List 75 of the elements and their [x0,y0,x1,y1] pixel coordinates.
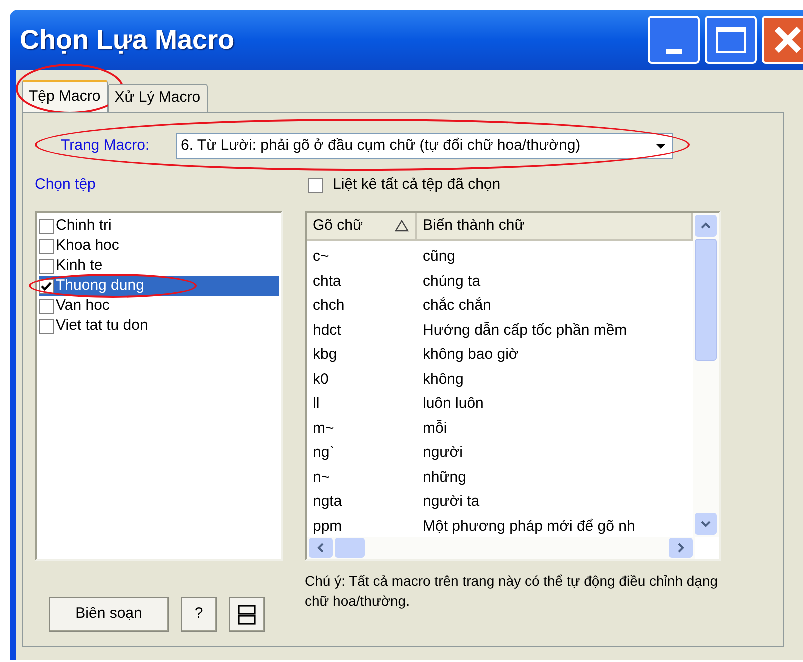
file-checkbox[interactable] [39,298,54,314]
table-cell-text: c~ [312,247,330,267]
scroll-down-icon[interactable] [695,513,717,535]
file-checkbox[interactable] [39,218,54,234]
table-cell-text: Hướng dẫn cấp tốc phần mềm [422,320,628,340]
macro-page-label: Trang Macro: [61,136,151,156]
table-row[interactable]: k0 không [307,368,693,392]
table-cell-text: ngta [312,492,344,512]
macro-page-dropdown[interactable]: 6. Từ Lười: phải gõ ở đầu cụm chữ (tự đổi chữ hoa/thường) [176,133,673,159]
table-row[interactable]: kbg không bao giờ [307,343,693,368]
note-text: Chú ý: Tất cả macro trên trang này có thể tự động điều chỉnh dạng chữ hoa/thường. [305,572,720,611]
file-list-item[interactable]: Khoa hoc [39,236,279,256]
file-checkbox[interactable] [39,318,54,334]
file-checkbox[interactable] [39,258,54,274]
scroll-up-icon[interactable] [695,215,717,237]
file-list-item[interactable]: Thuong dung [39,276,279,296]
table-cell-text: chắc chắn [422,296,492,316]
file-list-item[interactable]: Kinh te [39,256,279,276]
table-cell-text: hdct [312,320,342,340]
choose-file-label: Chọn tệp [35,174,97,195]
table-cell-text: k0 [312,370,330,390]
tab[interactable]: Tệp Macro [22,80,108,112]
tab[interactable]: Xử Lý Macro [108,84,208,112]
vertical-scrollbar[interactable] [693,213,719,537]
table-cell-text: Một phương pháp mới để gõ nh [422,516,636,536]
table-cell-text: luôn luôn [422,394,484,414]
scroll-right-icon[interactable] [669,538,693,558]
split-rows-icon [238,604,256,624]
table-cell-text: không bao giờ [422,345,519,365]
scroll-thumb[interactable] [335,538,365,558]
edit-button[interactable]: Biên soạn [49,597,169,632]
table-cell-text: kbg [312,345,338,365]
table-row[interactable]: n~ những [307,466,693,490]
file-list-item[interactable]: Van hoc [39,296,279,316]
list-all-checkbox[interactable] [308,178,323,192]
maximize-button[interactable] [705,16,757,64]
table-cell-text: người ta [422,492,480,512]
table-cell-text: m~ [312,418,336,438]
scroll-left-icon[interactable] [309,538,333,558]
table-cell-text: người [422,443,463,463]
table-row[interactable]: hdct Hướng dẫn cấp tốc phần mềm [307,318,693,343]
table-row[interactable]: ll luôn luôn [307,392,693,416]
scroll-thumb[interactable] [695,239,717,361]
table-row[interactable]: chta chúng ta [307,270,693,294]
table-cell-text: n~ [312,468,332,488]
help-button[interactable]: ? [181,597,217,632]
close-button[interactable] [762,16,803,64]
table-cell-text: chta [312,272,342,292]
table-cell-text: chúng ta [422,272,481,292]
table-row[interactable]: c~ cũng [307,245,693,270]
table-cell-text: ppm [312,516,344,536]
file-list-item[interactable]: Viet tat tu don [39,316,279,336]
dropdown-caret-icon [656,144,666,148]
file-checkbox[interactable] [39,238,54,254]
table-cell-text: ng` [312,443,336,463]
table-cell-text: mỗi [422,418,448,438]
table-cell-text: chch [312,296,346,316]
table-row[interactable]: chch chắc chắn [307,294,693,318]
table-cell-text: ll [312,394,321,414]
table-cell-text: không [422,370,464,390]
table-cell-text: những [422,468,466,488]
table-row[interactable]: m~ mỗi [307,416,693,441]
column-header[interactable]: Gõ chữ [307,213,417,239]
table-cell-text: cũng [422,247,456,267]
layout-button[interactable] [229,597,265,632]
sort-triangle-icon [395,220,409,232]
window-title: Chọn Lựa Macro [20,24,236,57]
table-row[interactable]: ng` người [307,441,693,466]
file-list-item[interactable]: Chinh tri [39,216,279,236]
close-icon [773,25,803,55]
table-row[interactable]: ppm Một phương pháp mới để gõ nh [307,514,693,537]
list-all-label: Liệt kê tất cả tệp đã chọn [333,174,501,195]
minimize-button[interactable] [648,16,700,64]
horizontal-scrollbar[interactable] [307,537,695,559]
table-row[interactable]: ngta người ta [307,490,693,514]
